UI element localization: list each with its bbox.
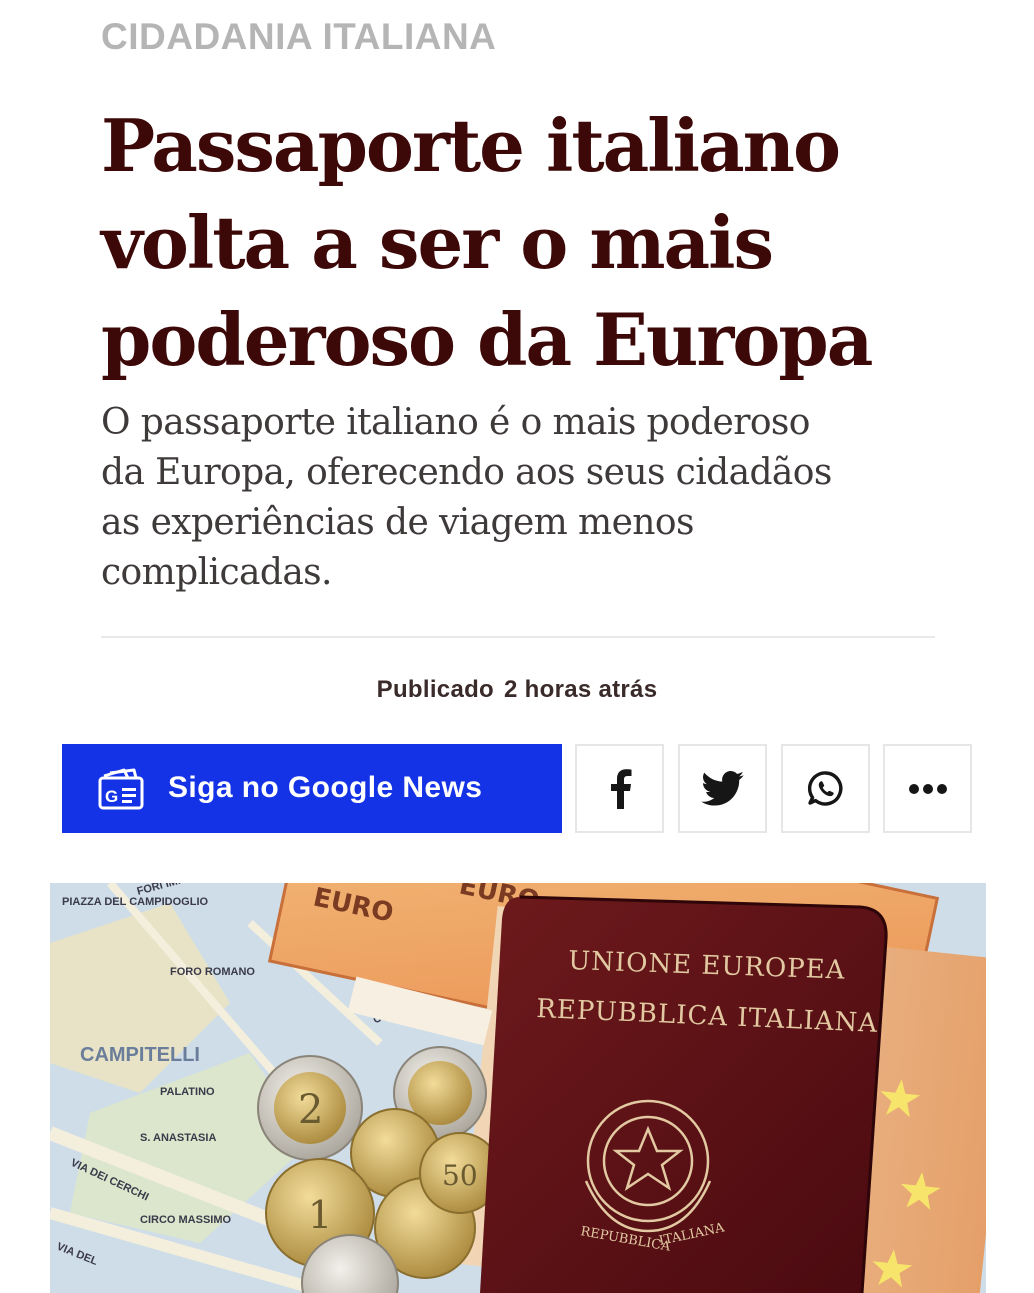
published-label: Publicado: [376, 676, 495, 703]
map-label: PALATINO: [160, 1086, 215, 1098]
map-label: PIAZZA DEL CAMPIDOGLIO: [62, 896, 209, 908]
map-label: CIRCO MASSIMO: [140, 1214, 232, 1226]
share-whatsapp-button[interactable]: [781, 744, 870, 833]
twitter-icon: [700, 770, 745, 807]
section-kicker[interactable]: CIDADANIA ITALIANA: [101, 16, 496, 58]
hero-image: PIAZZA DEL CAMPIDOGLIO FORI IMPERIALI FO…: [50, 883, 986, 1293]
coin-value: 50: [442, 1159, 478, 1192]
published-time: 2 horas atrás: [504, 676, 658, 703]
article-headline: Passaporte italiano volta a ser o mais p…: [101, 97, 961, 388]
coin-value: 1: [308, 1193, 332, 1237]
summary-line: O passaporte italiano é o mais poderoso: [101, 402, 810, 443]
summary-line: as experiências de viagem menos: [101, 502, 694, 543]
share-more-button[interactable]: [883, 744, 972, 833]
map-label: S. ANASTASIA: [140, 1132, 216, 1144]
share-twitter-button[interactable]: [678, 744, 767, 833]
publish-info: Publicado 2 horas atrás: [0, 676, 1034, 704]
follow-google-news-button[interactable]: G Siga no Google News: [62, 744, 562, 833]
headline-line: Passaporte italiano: [101, 103, 841, 188]
summary-line: complicadas.: [101, 552, 333, 593]
article-summary: O passaporte italiano é o mais poderoso …: [101, 398, 951, 598]
summary-line: da Europa, oferecendo aos seus cidadãos: [101, 452, 832, 493]
map-label: FORO ROMANO: [170, 966, 255, 978]
coin-value: 2: [298, 1087, 323, 1133]
headline-line: poderoso da Europa: [101, 297, 873, 382]
passport: UNIONE EUROPEA REPUBBLICA ITALIANA REPUB…: [480, 895, 888, 1293]
headline-line: volta a ser o mais: [101, 200, 774, 285]
whatsapp-icon: [806, 769, 846, 809]
svg-text:G: G: [105, 787, 118, 806]
divider: [101, 636, 935, 638]
map-label: CAMPITELLI: [80, 1044, 200, 1066]
more-icon: [908, 783, 948, 795]
facebook-icon: [607, 768, 633, 809]
google-news-icon: G: [96, 764, 146, 814]
share-facebook-button[interactable]: [575, 744, 664, 833]
passport-euros-map-illustration: PIAZZA DEL CAMPIDOGLIO FORI IMPERIALI FO…: [50, 883, 986, 1293]
follow-google-news-label: Siga no Google News: [168, 771, 483, 804]
